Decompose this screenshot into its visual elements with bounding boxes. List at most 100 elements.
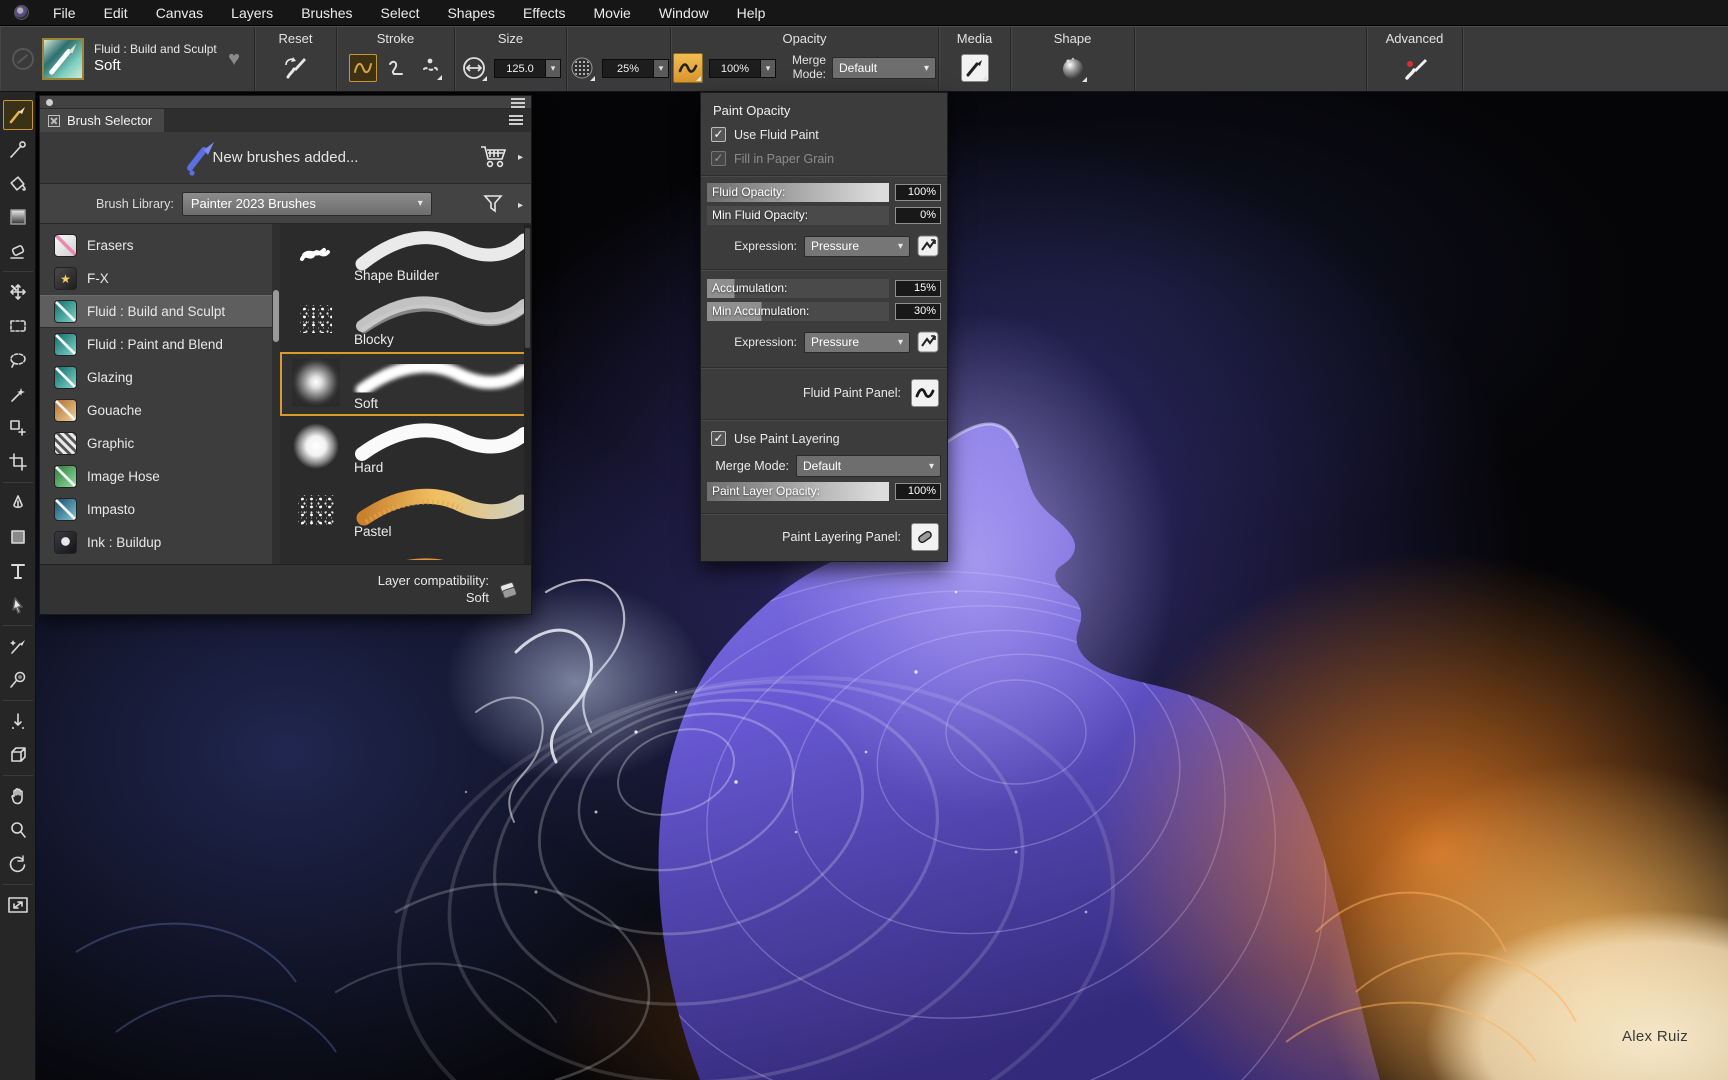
menu-brushes[interactable]: Brushes xyxy=(287,0,366,26)
crop-tool[interactable] xyxy=(3,447,33,477)
checkbox-checked-icon[interactable] xyxy=(711,431,726,446)
dropper-tool[interactable] xyxy=(3,134,33,164)
size-value[interactable]: 125.0 xyxy=(494,59,546,78)
menu-edit[interactable]: Edit xyxy=(90,0,142,26)
flyout-arrow-icon[interactable]: ▸ xyxy=(518,200,523,211)
brush-ghost-icon[interactable] xyxy=(12,48,34,70)
brush-preview-thumbnail[interactable] xyxy=(42,38,84,80)
variant-blocky[interactable]: Blocky xyxy=(280,288,531,352)
menu-help[interactable]: Help xyxy=(723,0,780,26)
lasso-tool[interactable] xyxy=(3,345,33,375)
stroke-options-button[interactable] xyxy=(417,55,443,81)
category-graphic[interactable]: Graphic xyxy=(40,427,280,460)
perspective-tool[interactable] xyxy=(3,740,33,770)
new-brushes-banner[interactable]: New brushes added... ▸ xyxy=(40,132,531,184)
merge-mode-dropdown[interactable]: Default ▾ xyxy=(796,455,941,477)
paint-layer-opacity-value[interactable]: 100% xyxy=(895,483,941,500)
menu-canvas[interactable]: Canvas xyxy=(142,0,217,26)
variant-pastel[interactable]: Pastel xyxy=(280,480,531,544)
menu-window[interactable]: Window xyxy=(645,0,723,26)
variant-partial[interactable] xyxy=(280,544,531,560)
magnifier-tool[interactable] xyxy=(3,815,33,845)
grain-dropdown-button[interactable]: ▾ xyxy=(654,59,669,78)
accumulation-value[interactable]: 15% xyxy=(895,280,941,297)
category-image-hose[interactable]: Image Hose xyxy=(40,460,280,493)
straight-line-stroke-button[interactable] xyxy=(383,54,411,82)
eraser-tool[interactable] xyxy=(3,236,33,266)
expression-dropdown[interactable]: Pressure ▾ xyxy=(804,236,910,257)
cloner-tool[interactable] xyxy=(3,631,33,661)
drawer-menu-icon[interactable] xyxy=(511,98,525,108)
menu-layers[interactable]: Layers xyxy=(217,0,287,26)
rect-shape-tool[interactable] xyxy=(3,522,33,552)
brush-tool[interactable] xyxy=(3,100,33,130)
fluid-opacity-value[interactable]: 100% xyxy=(895,184,941,201)
use-fluid-paint-row[interactable]: Use Fluid Paint xyxy=(711,127,947,142)
guides-tool[interactable] xyxy=(3,706,33,736)
transform-tool[interactable] xyxy=(3,413,33,443)
expression-settings-icon[interactable] xyxy=(917,235,939,257)
min-fluid-opacity-value[interactable]: 0% xyxy=(895,207,941,224)
close-icon[interactable] xyxy=(48,115,60,127)
category-glazing[interactable]: Glazing xyxy=(40,361,280,394)
text-tool[interactable] xyxy=(3,556,33,586)
shape-button[interactable] xyxy=(1058,53,1088,83)
fluid-paint-panel-button[interactable] xyxy=(911,379,939,407)
rect-select-tool[interactable] xyxy=(3,311,33,341)
grain-value[interactable]: 25% xyxy=(602,59,654,78)
category-impasto[interactable]: Impasto xyxy=(40,493,280,526)
brush-library-dropdown[interactable]: Painter 2023 Brushes ▾ xyxy=(182,192,432,216)
size-slider-button[interactable] xyxy=(460,54,488,82)
pen-tool[interactable] xyxy=(3,488,33,518)
checkbox-checked-icon[interactable] xyxy=(711,127,726,142)
freehand-stroke-button[interactable] xyxy=(349,54,377,82)
category-fluid-build-sculpt[interactable]: Fluid : Build and Sculpt xyxy=(40,295,280,328)
expression-settings-icon[interactable] xyxy=(917,331,939,353)
merge-mode-dropdown[interactable]: Default ▾ xyxy=(832,57,936,79)
category-fluid-paint-blend[interactable]: Fluid : Paint and Blend xyxy=(40,328,280,361)
layer-mover-tool[interactable] xyxy=(3,277,33,307)
paint-bucket-tool[interactable] xyxy=(3,168,33,198)
navigator-tool[interactable] xyxy=(3,890,33,920)
advanced-brush-button[interactable] xyxy=(1400,54,1430,82)
menu-select[interactable]: Select xyxy=(367,0,434,26)
favorite-heart-icon[interactable]: ♥ xyxy=(228,48,240,71)
media-button[interactable] xyxy=(961,54,989,82)
use-paint-layering-row[interactable]: Use Paint Layering xyxy=(711,431,947,446)
paint-opacity-button[interactable] xyxy=(673,53,703,83)
expression-dropdown-2[interactable]: Pressure ▾ xyxy=(804,332,910,353)
menu-effects[interactable]: Effects xyxy=(509,0,580,26)
cart-icon[interactable] xyxy=(479,144,509,175)
stamp-tool[interactable] xyxy=(3,665,33,695)
size-dropdown-button[interactable]: ▾ xyxy=(546,59,561,78)
menu-movie[interactable]: Movie xyxy=(580,0,645,26)
opacity-dropdown-button[interactable]: ▾ xyxy=(761,59,776,78)
opacity-value[interactable]: 100% xyxy=(709,59,761,78)
variant-scrollbar[interactable] xyxy=(524,224,531,564)
flyout-arrow-icon[interactable]: ▸ xyxy=(518,152,523,163)
scrollbar-thumb[interactable] xyxy=(525,228,530,348)
tab-brush-selector[interactable]: Brush Selector xyxy=(40,109,164,132)
grabber-hand-tool[interactable] xyxy=(3,781,33,811)
category-gouache[interactable]: Gouache xyxy=(40,394,280,427)
grain-button[interactable] xyxy=(568,54,596,82)
variant-shape-builder[interactable]: Shape Builder xyxy=(280,224,531,288)
rotate-page-tool[interactable] xyxy=(3,849,33,879)
magic-wand-tool[interactable] xyxy=(3,379,33,409)
palette-drawer-bar[interactable] xyxy=(40,96,531,109)
reset-brush-button[interactable] xyxy=(282,55,310,81)
category-erasers[interactable]: Erasers xyxy=(40,229,280,262)
variant-soft[interactable]: Soft xyxy=(280,352,531,416)
gradient-tool[interactable] xyxy=(3,202,33,232)
category-scrollbar[interactable] xyxy=(272,224,280,564)
menu-file[interactable]: File xyxy=(39,0,90,26)
shape-selection-tool[interactable] xyxy=(3,590,33,620)
category-fx[interactable]: ★ F-X xyxy=(40,262,280,295)
panel-options-icon[interactable] xyxy=(509,115,523,125)
menu-shapes[interactable]: Shapes xyxy=(433,0,508,26)
min-accumulation-value[interactable]: 30% xyxy=(895,303,941,320)
variant-hard[interactable]: Hard xyxy=(280,416,531,480)
paint-layering-panel-button[interactable] xyxy=(911,523,939,551)
category-ink-buildup[interactable]: Ink : Buildup xyxy=(40,526,280,559)
scrollbar-thumb[interactable] xyxy=(273,290,279,342)
